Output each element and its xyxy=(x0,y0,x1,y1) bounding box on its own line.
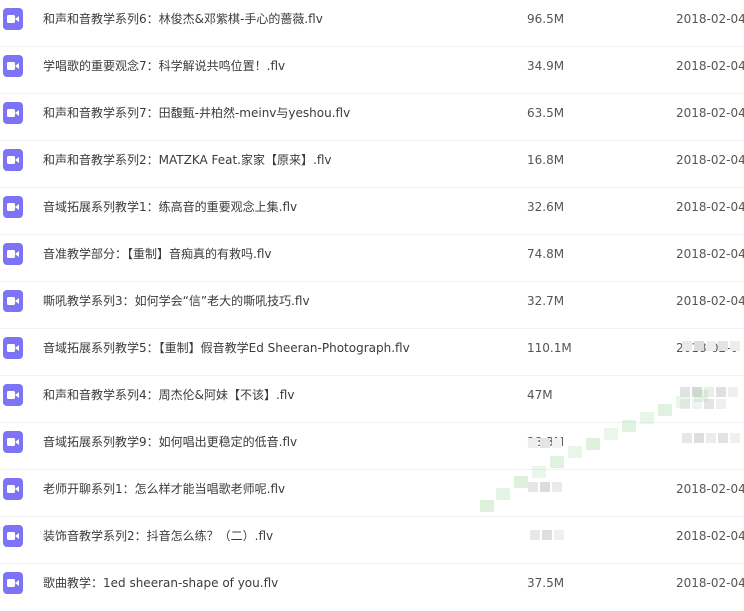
file-name[interactable]: 和声和音教学系列6：林俊杰&邓紫棋-手心的蔷薇.flv xyxy=(43,11,503,27)
file-row[interactable]: 音域拓展系列教学5：【重制】假音教学Ed Sheeran-Photograph.… xyxy=(0,329,744,376)
file-row[interactable]: 和声和音教学系列2：MATZKA Feat.家家【原来】.flv 16.8M 2… xyxy=(0,141,744,188)
file-size: 32.6M xyxy=(527,200,565,214)
file-name[interactable]: 音域拓展系列教学9：如何唱出更稳定的低音.flv xyxy=(43,434,503,450)
file-date: 2018-02-04 xyxy=(676,153,744,167)
file-name[interactable]: 音域拓展系列教学5：【重制】假音教学Ed Sheeran-Photograph.… xyxy=(43,340,503,356)
video-file-icon xyxy=(3,8,23,30)
file-date: 2018-02-04 xyxy=(676,59,744,73)
video-file-icon xyxy=(3,337,23,359)
file-list: 和声和音教学系列6：林俊杰&邓紫棋-手心的蔷薇.flv 96.5M 2018-0… xyxy=(0,0,744,611)
file-date: 2018-02-04 xyxy=(676,576,744,590)
file-size: 47M xyxy=(527,388,553,402)
video-file-icon xyxy=(3,196,23,218)
file-size: 110.1M xyxy=(527,341,572,355)
file-size: 74.8M xyxy=(527,247,565,261)
video-file-icon xyxy=(3,572,23,594)
file-row[interactable]: 嘶吼教学系列3：如何学会“信”老大的嘶吼技巧.flv 32.7M 2018-02… xyxy=(0,282,744,329)
video-file-icon xyxy=(3,243,23,265)
video-file-icon xyxy=(3,290,23,312)
video-file-icon xyxy=(3,384,23,406)
file-name[interactable]: 音域拓展系列教学1：练高音的重要观念上集.flv xyxy=(43,199,503,215)
file-name[interactable]: 和声和音教学系列4：周杰伦&阿妹【不该】.flv xyxy=(43,387,503,403)
file-date: 2018-02-0 xyxy=(676,341,739,355)
file-size: 16.8M xyxy=(527,153,565,167)
file-date: 2018-02-04 xyxy=(676,12,744,26)
file-size: 96.5M xyxy=(527,12,565,26)
file-row[interactable]: 音域拓展系列教学1：练高音的重要观念上集.flv 32.6M 2018-02-0… xyxy=(0,188,744,235)
video-file-icon xyxy=(3,102,23,124)
file-row[interactable]: 歌曲教学：1ed sheeran-shape of you.flv 37.5M … xyxy=(0,564,744,611)
file-name[interactable]: 和声和音教学系列7：田馥甄-井柏然-meinv与yeshou.flv xyxy=(43,105,503,121)
file-row[interactable]: 学唱歌的重要观念7：科学解说共鸣位置！.flv 34.9M 2018-02-04 xyxy=(0,47,744,94)
file-size: 32.7M xyxy=(527,294,565,308)
file-row[interactable]: 和声和音教学系列6：林俊杰&邓紫棋-手心的蔷薇.flv 96.5M 2018-0… xyxy=(0,0,744,47)
file-date: 2018-02-04 xyxy=(676,247,744,261)
video-file-icon xyxy=(3,478,23,500)
file-name[interactable]: 音准教学部分：【重制】音痴真的有救吗.flv xyxy=(43,246,503,262)
file-name[interactable]: 和声和音教学系列2：MATZKA Feat.家家【原来】.flv xyxy=(43,152,503,168)
video-file-icon xyxy=(3,55,23,77)
file-size: 28.3M xyxy=(527,435,565,449)
file-row[interactable]: 老师开聊系列1：怎么样才能当唱歌老师呢.flv 2018-02-04 xyxy=(0,470,744,517)
file-name[interactable]: 歌曲教学：1ed sheeran-shape of you.flv xyxy=(43,575,503,591)
file-name[interactable]: 学唱歌的重要观念7：科学解说共鸣位置！.flv xyxy=(43,58,503,74)
file-name[interactable]: 嘶吼教学系列3：如何学会“信”老大的嘶吼技巧.flv xyxy=(43,293,503,309)
file-name[interactable]: 装饰音教学系列2：抖音怎么练？（二）.flv xyxy=(43,528,503,544)
file-row[interactable]: 装饰音教学系列2：抖音怎么练？（二）.flv 2018-02-04 xyxy=(0,517,744,564)
file-name[interactable]: 老师开聊系列1：怎么样才能当唱歌老师呢.flv xyxy=(43,481,503,497)
file-date: 2018-02-04 xyxy=(676,294,744,308)
file-date: 2018-02-04 xyxy=(676,529,744,543)
file-row[interactable]: 音域拓展系列教学9：如何唱出更稳定的低音.flv 28.3M xyxy=(0,423,744,470)
file-size: 34.9M xyxy=(527,59,565,73)
file-date: 2018-02-04 xyxy=(676,200,744,214)
file-row[interactable]: 音准教学部分：【重制】音痴真的有救吗.flv 74.8M 2018-02-04 xyxy=(0,235,744,282)
file-size: 37.5M xyxy=(527,576,565,590)
video-file-icon xyxy=(3,431,23,453)
video-file-icon xyxy=(3,525,23,547)
file-row[interactable]: 和声和音教学系列4：周杰伦&阿妹【不该】.flv 47M xyxy=(0,376,744,423)
file-size: 63.5M xyxy=(527,106,565,120)
file-date: 2018-02-04 xyxy=(676,106,744,120)
video-file-icon xyxy=(3,149,23,171)
file-date: 2018-02-04 xyxy=(676,482,744,496)
file-row[interactable]: 和声和音教学系列7：田馥甄-井柏然-meinv与yeshou.flv 63.5M… xyxy=(0,94,744,141)
